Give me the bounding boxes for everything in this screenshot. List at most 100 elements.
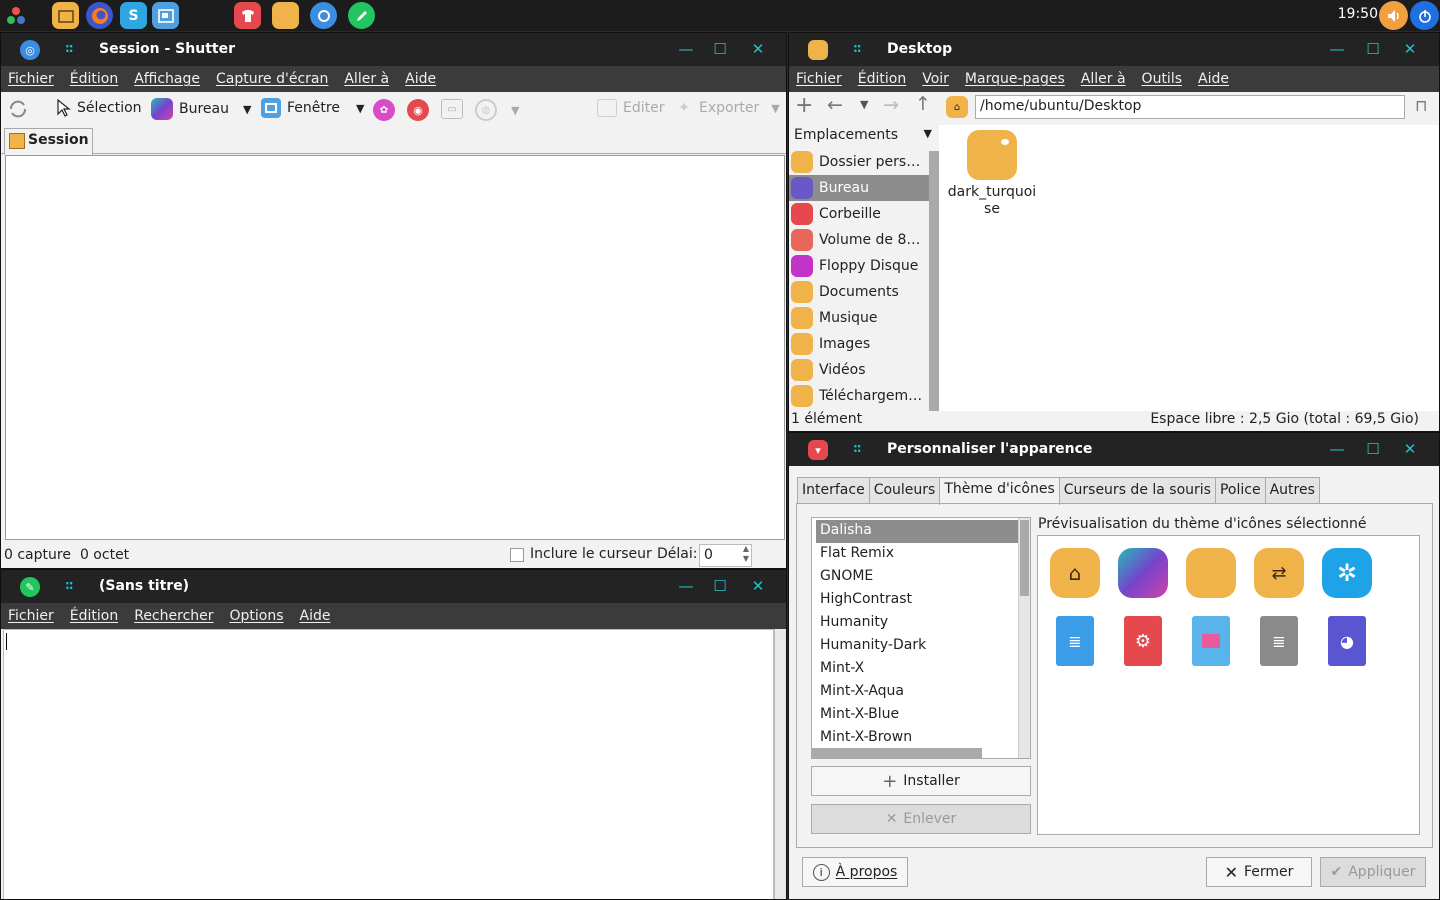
menu-voir[interactable]: Voir — [922, 71, 949, 87]
titlebar[interactable]: ▾ :: Personnaliser l'apparence — ☐ ✕ — [789, 433, 1439, 466]
sidebar-item[interactable]: Dossier pers… — [789, 149, 939, 175]
apps-menu-icon[interactable] — [2, 2, 29, 29]
theme-list-item[interactable]: Mint-X-Aqua — [816, 681, 1026, 704]
sidebar-item[interactable]: Téléchargem… — [789, 383, 939, 409]
spinner-arrows-icon[interactable]: ▲ ▼ — [743, 544, 749, 564]
files-icon[interactable] — [272, 2, 299, 29]
desktop-button[interactable]: Bureau ▼ — [151, 98, 251, 120]
window-button[interactable]: Fenêtre ▼ — [261, 98, 364, 118]
redo-capture-button[interactable]: ▭ — [441, 99, 463, 119]
theme-list-item[interactable]: Mint-X — [816, 658, 1026, 681]
volume-icon[interactable] — [1379, 1, 1408, 30]
address-bar[interactable]: /home/ubuntu/Desktop — [975, 95, 1405, 119]
close-dialog-button[interactable]: ✕ Fermer — [1206, 857, 1312, 887]
theme-list[interactable]: Dalisha Flat Remix GNOME HighContrast Humani… — [811, 517, 1031, 759]
power-icon[interactable] — [1410, 1, 1439, 30]
delay-value[interactable]: 0 — [704, 547, 713, 563]
tab-couleurs[interactable]: Couleurs — [868, 477, 941, 504]
theme-list-hscrollbar[interactable] — [812, 748, 982, 758]
minimize-button[interactable]: — — [675, 38, 697, 60]
theme-list-item[interactable]: GNOME — [816, 566, 1026, 589]
menu-affichage[interactable]: Affichage — [134, 71, 200, 87]
include-cursor-label[interactable]: Inclure le curseur — [530, 546, 652, 562]
tab-session[interactable]: Session — [4, 128, 93, 155]
sidebar-item[interactable]: Volume de 8… — [789, 227, 939, 253]
close-button[interactable]: ✕ — [1399, 438, 1421, 460]
menu-aide[interactable]: Aide — [405, 71, 436, 87]
panel-clock[interactable]: 19:50 — [1338, 6, 1378, 22]
selection-button[interactable]: Sélection — [57, 99, 142, 117]
sidebar-dropdown-icon[interactable]: ▼ — [924, 127, 934, 147]
include-cursor-checkbox[interactable] — [510, 548, 524, 562]
firefox-icon[interactable] — [86, 2, 113, 29]
edit-button[interactable]: Editer — [597, 99, 664, 117]
close-button[interactable]: ✕ — [1399, 38, 1421, 60]
web-capture-button[interactable]: ◍ ▼ — [475, 99, 519, 121]
session-canvas[interactable] — [5, 155, 785, 540]
theme-list-item[interactable]: Flat Remix — [816, 543, 1026, 566]
tab-icon-theme[interactable]: Thème d'icônes — [939, 477, 1060, 505]
text-area[interactable] — [3, 629, 774, 899]
menu-aller[interactable]: Aller à — [344, 71, 389, 87]
sidebar-scrollbar[interactable] — [929, 151, 939, 411]
grip-icon[interactable]: :: — [853, 441, 862, 455]
theme-list-item[interactable]: Humanity-Dark — [816, 635, 1026, 658]
sidebar-item[interactable]: Corbeille — [789, 201, 939, 227]
menu-outils[interactable]: Outils — [1142, 71, 1182, 87]
desktop-dropdown-icon[interactable]: ▼ — [243, 103, 251, 116]
window-dropdown-icon[interactable]: ▼ — [356, 102, 364, 115]
menu-aide[interactable]: Aide — [300, 608, 331, 624]
up-icon[interactable]: ↑ — [915, 93, 931, 115]
bookmark-icon[interactable]: ⊓ — [1415, 96, 1427, 115]
maximize-button[interactable]: ☐ — [709, 575, 731, 597]
sidebar-item[interactable]: Vidéos — [789, 357, 939, 383]
menu-marque-pages[interactable]: Marque-pages — [965, 71, 1065, 87]
maximize-button[interactable]: ☐ — [1362, 38, 1384, 60]
new-tab-icon[interactable]: + — [795, 93, 813, 118]
file-item[interactable]: dark_turquoise — [947, 130, 1037, 218]
refresh-button[interactable] — [7, 98, 29, 120]
menu-options[interactable]: Options — [230, 608, 284, 624]
tab-police[interactable]: Police — [1214, 477, 1266, 504]
maximize-button[interactable]: ☐ — [709, 38, 731, 60]
vertical-scrollbar[interactable] — [774, 629, 786, 899]
grip-icon[interactable]: :: — [853, 41, 862, 55]
forward-icon[interactable]: → — [883, 94, 899, 116]
menu-edition[interactable]: Édition — [858, 71, 906, 87]
menu-capture-button[interactable]: ✿ — [373, 99, 395, 121]
file-view[interactable]: dark_turquoise — [939, 125, 1439, 411]
theme-list-item[interactable]: Mint-X-Brown — [816, 727, 1026, 750]
delay-spinner[interactable]: 0 ▲ ▼ — [699, 544, 752, 567]
grip-icon[interactable]: :: — [65, 41, 74, 55]
tab-cursors[interactable]: Curseurs de la souris — [1058, 477, 1216, 504]
theme-list-item[interactable]: Mint-X-Blue — [816, 704, 1026, 727]
appearance-icon[interactable] — [234, 2, 261, 29]
theme-list-item[interactable]: HighContrast — [816, 589, 1026, 612]
grip-icon[interactable]: :: — [65, 578, 74, 592]
sidebar-item[interactable]: Floppy Disque — [789, 253, 939, 279]
close-button[interactable]: ✕ — [747, 575, 769, 597]
menu-edition[interactable]: Édition — [70, 71, 118, 87]
web-dropdown-icon[interactable]: ▼ — [511, 104, 519, 117]
menu-fichier[interactable]: Fichier — [796, 71, 842, 87]
editor-icon[interactable] — [348, 2, 375, 29]
history-dropdown-icon[interactable]: ▼ — [860, 98, 868, 111]
sidebar-item[interactable]: Images — [789, 331, 939, 357]
apply-button[interactable]: ✔ Appliquer — [1320, 857, 1426, 887]
about-button[interactable]: i À propos — [802, 857, 908, 887]
shutter-icon[interactable] — [310, 2, 337, 29]
theme-list-item[interactable]: Dalisha — [816, 520, 1026, 543]
screenshot-icon[interactable] — [152, 2, 179, 29]
titlebar[interactable]: ✎ :: (Sans titre) — ☐ ✕ — [1, 570, 786, 603]
install-button[interactable]: + Installer — [811, 766, 1031, 796]
minimize-button[interactable]: — — [1326, 38, 1348, 60]
sidebar-item[interactable]: Documents — [789, 279, 939, 305]
home-icon[interactable]: ⌂ — [946, 96, 968, 118]
titlebar[interactable]: ◎ :: Session - Shutter — ☐ ✕ — [1, 33, 786, 66]
sidebar-item[interactable]: Musique — [789, 305, 939, 331]
menu-aller[interactable]: Aller à — [1081, 71, 1126, 87]
remove-button[interactable]: ✕ Enlever — [811, 804, 1031, 834]
menu-fichier[interactable]: Fichier — [8, 608, 54, 624]
sidebar-header[interactable]: Emplacements ▼ — [789, 125, 939, 149]
maximize-button[interactable]: ☐ — [1362, 438, 1384, 460]
